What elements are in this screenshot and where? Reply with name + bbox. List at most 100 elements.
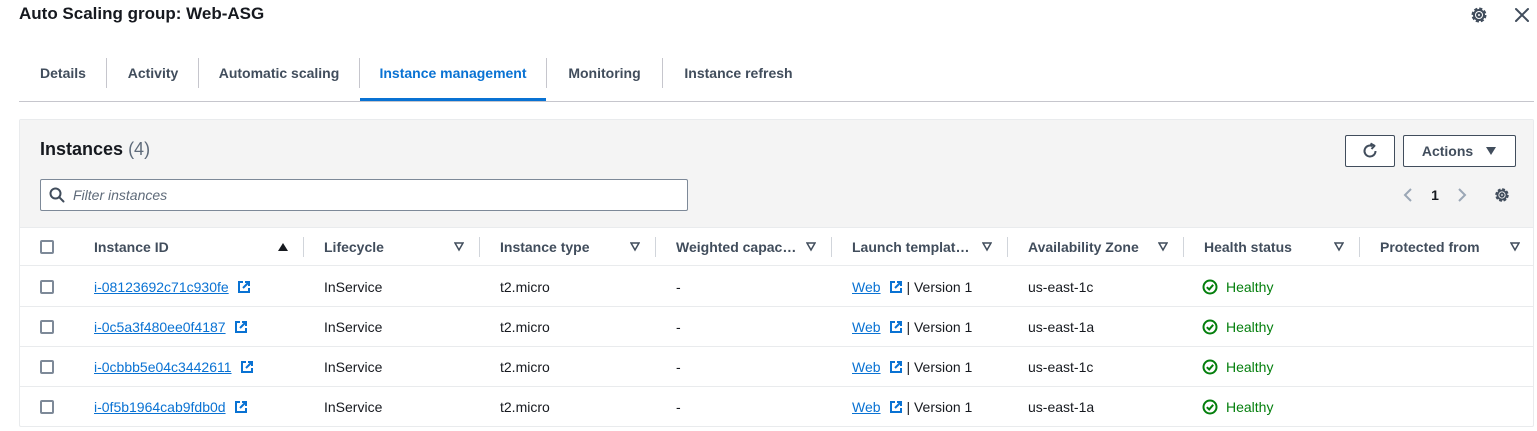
column-header-protected-from[interactable]: Protected from <box>1380 228 1480 266</box>
instance-id-cell: i-08123692c71c930fe <box>94 267 251 307</box>
health-status-cell: Healthy <box>1202 307 1273 347</box>
table-row[interactable]: i-08123692c71c930fe InService t2.micro -… <box>20 267 1533 307</box>
external-link-icon[interactable] <box>889 320 903 334</box>
external-link-icon[interactable] <box>240 360 254 374</box>
instance-type-cell: t2.micro <box>500 319 550 335</box>
column-divider <box>1359 237 1360 257</box>
column-divider <box>1007 237 1008 257</box>
column-header-instance-type[interactable]: Instance type <box>500 228 589 266</box>
sort-icon[interactable] <box>1158 242 1168 252</box>
previous-page-button[interactable] <box>1398 183 1418 207</box>
close-icon[interactable] <box>1513 6 1531 24</box>
next-page-button[interactable] <box>1452 183 1472 207</box>
pagination: 1 <box>1398 183 1472 207</box>
chevron-left-icon <box>1403 188 1412 202</box>
lifecycle-cell: InService <box>324 359 383 375</box>
health-status-text: Healthy <box>1226 319 1274 335</box>
table-row[interactable]: i-0cbbb5e04c3442611 InService t2.micro -… <box>20 347 1533 387</box>
panel-title-text: Instances <box>40 139 124 159</box>
template-version: | Version 1 <box>906 279 973 295</box>
settings-gear-icon[interactable] <box>1469 5 1489 25</box>
launch-template-cell: Web | Version 1 <box>852 387 972 427</box>
launch-template-cell: Web | Version 1 <box>852 307 972 347</box>
instance-id-link[interactable]: i-0f5b1964cab9fdb0d <box>94 399 226 415</box>
availability-zone-cell: us-east-1c <box>1028 359 1094 375</box>
instance-id-link[interactable]: i-0c5a3f480ee0f4187 <box>94 319 226 335</box>
tab-automatic-scaling[interactable]: Automatic scaling <box>199 50 359 101</box>
tab-details[interactable]: Details <box>19 50 107 101</box>
launch-template-link[interactable]: Web <box>852 279 881 295</box>
instance-type-cell: t2.micro <box>500 399 550 415</box>
weighted-capacity-cell: - <box>676 359 681 375</box>
external-link-icon[interactable] <box>237 280 251 294</box>
tab-instance-management[interactable]: Instance management <box>360 50 546 101</box>
row-checkbox[interactable] <box>40 360 54 374</box>
tab-instance-refresh[interactable]: Instance refresh <box>663 50 814 101</box>
column-header-health-status[interactable]: Health status <box>1204 228 1292 266</box>
column-header-weighted-capacity[interactable]: Weighted capac… <box>676 228 796 266</box>
instance-id-cell: i-0f5b1964cab9fdb0d <box>94 387 248 427</box>
instance-type-cell: t2.micro <box>500 359 550 375</box>
external-link-icon[interactable] <box>889 360 903 374</box>
launch-template-link[interactable]: Web <box>852 359 881 375</box>
external-link-icon[interactable] <box>889 400 903 414</box>
search-icon <box>49 187 65 203</box>
table-row[interactable]: i-0f5b1964cab9fdb0d InService t2.micro -… <box>20 387 1533 427</box>
status-success-icon <box>1202 399 1218 415</box>
column-header-launch-template[interactable]: Launch templat… <box>852 228 969 266</box>
status-success-icon <box>1202 359 1218 375</box>
launch-template-link[interactable]: Web <box>852 399 881 415</box>
instance-id-link[interactable]: i-0cbbb5e04c3442611 <box>94 359 232 375</box>
table-header: Instance ID Lifecycle Instance type Weig… <box>20 228 1533 266</box>
instance-id-cell: i-0c5a3f480ee0f4187 <box>94 307 248 347</box>
weighted-capacity-cell: - <box>676 399 681 415</box>
column-header-instance-id[interactable]: Instance ID <box>94 228 169 266</box>
caret-down-icon <box>1486 147 1497 155</box>
refresh-icon <box>1363 142 1377 158</box>
launch-template-link[interactable]: Web <box>852 319 881 335</box>
external-link-icon[interactable] <box>889 280 903 294</box>
refresh-button[interactable] <box>1345 135 1395 167</box>
row-checkbox[interactable] <box>40 320 54 334</box>
row-checkbox[interactable] <box>40 280 54 294</box>
template-version: | Version 1 <box>906 319 973 335</box>
column-header-availability-zone[interactable]: Availability Zone <box>1028 228 1139 266</box>
launch-template-cell: Web | Version 1 <box>852 267 972 307</box>
sort-ascending-icon[interactable] <box>278 242 288 252</box>
filter-input[interactable] <box>73 187 673 203</box>
template-version: | Version 1 <box>906 359 973 375</box>
sort-icon[interactable] <box>982 242 992 252</box>
instance-id-link[interactable]: i-08123692c71c930fe <box>94 279 229 295</box>
table-row[interactable]: i-0c5a3f480ee0f4187 InService t2.micro -… <box>20 307 1533 347</box>
health-status-text: Healthy <box>1226 399 1274 415</box>
sort-icon[interactable] <box>1510 242 1520 252</box>
row-checkbox[interactable] <box>40 400 54 414</box>
health-status-text: Healthy <box>1226 279 1274 295</box>
lifecycle-cell: InService <box>324 319 383 335</box>
actions-dropdown-button[interactable]: Actions <box>1403 135 1516 167</box>
column-header-lifecycle[interactable]: Lifecycle <box>324 228 384 266</box>
sort-icon[interactable] <box>454 242 464 252</box>
lifecycle-cell: InService <box>324 399 383 415</box>
tab-monitoring[interactable]: Monitoring <box>547 50 662 101</box>
instance-type-cell: t2.micro <box>500 279 550 295</box>
current-page-number[interactable]: 1 <box>1418 187 1452 203</box>
select-all-checkbox[interactable] <box>40 240 54 254</box>
status-success-icon <box>1202 319 1218 335</box>
external-link-icon[interactable] <box>234 400 248 414</box>
sort-icon[interactable] <box>806 242 816 252</box>
status-success-icon <box>1202 279 1218 295</box>
actions-label: Actions <box>1421 143 1474 159</box>
tab-activity[interactable]: Activity <box>107 50 199 101</box>
sort-icon[interactable] <box>1334 242 1344 252</box>
sort-icon[interactable] <box>630 242 640 252</box>
external-link-icon[interactable] <box>234 320 248 334</box>
column-divider <box>1183 237 1184 257</box>
column-divider <box>479 237 480 257</box>
preferences-gear-icon[interactable] <box>1493 186 1511 204</box>
instance-count: (4) <box>128 139 151 159</box>
panel-title: Instances (4) <box>40 139 150 160</box>
weighted-capacity-cell: - <box>676 279 681 295</box>
column-divider <box>303 237 304 257</box>
filter-field[interactable] <box>40 179 688 211</box>
